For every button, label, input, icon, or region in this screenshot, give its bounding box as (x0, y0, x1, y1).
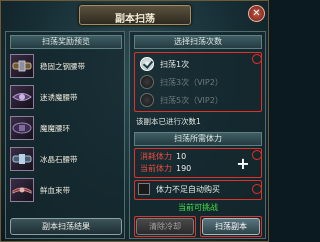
sweep-results-button[interactable]: 副本扫荡结果 (10, 218, 122, 235)
stamina-cost: 消耗体力 10 (140, 151, 186, 162)
sweep-option-label: 扫荡3次（VIP2） (160, 78, 223, 87)
reward-item[interactable]: 魔魔腰环 (10, 116, 122, 140)
stamina-current: 当前体力 190 (140, 163, 191, 174)
auto-buy-label: 体力不足自动购买 (156, 185, 220, 194)
reward-preview-header: 扫荡奖励预览 (10, 35, 122, 49)
run-count-text: 该副本已进行次数1 (136, 117, 201, 126)
belt-icon (10, 116, 34, 140)
reward-item[interactable]: 冰晶石腰带 (10, 147, 122, 171)
sweep-option-label: 扫荡5次（VIP2） (160, 96, 223, 105)
belt-icon (10, 54, 34, 78)
radio-button[interactable] (140, 57, 154, 71)
reward-item[interactable]: 稳固之钢腰带 (10, 54, 122, 78)
dialog-title: 副本扫荡 (115, 14, 155, 25)
sweep-option-5[interactable]: 扫荡5次（VIP2） (140, 91, 250, 109)
reward-name: 冰晶石腰带 (40, 155, 78, 164)
close-button[interactable]: ✕ (248, 5, 265, 22)
sweep-options-panel: 选择扫荡次数 扫荡1次 扫荡3次（VIP2） 扫荡5次（VIP2） 该副本已进行… (129, 31, 266, 239)
highlight-badge (252, 150, 262, 160)
belt-icon (10, 178, 34, 202)
reward-name: 魔魔腰环 (40, 124, 70, 133)
title-plate: 副本扫荡 (79, 5, 191, 25)
highlight-badge (252, 54, 262, 64)
radio-button[interactable] (140, 75, 154, 89)
belt-icon (10, 85, 34, 109)
challenge-status: 当前可挑战 (178, 203, 218, 212)
add-stamina-button[interactable]: + (236, 156, 250, 172)
reward-item[interactable]: 鲜血束带 (10, 178, 122, 202)
sweep-count-header: 选择扫荡次数 (134, 35, 262, 49)
radio-button[interactable] (140, 93, 154, 107)
auto-buy-row[interactable]: 体力不足自动购买 (138, 182, 262, 198)
close-icon: ✕ (252, 8, 261, 19)
reward-name: 鲜血束带 (40, 186, 70, 195)
stamina-current-value: 190 (176, 164, 192, 173)
stamina-cost-label: 消耗体力 (140, 152, 172, 161)
stamina-current-label: 当前体力 (140, 164, 172, 173)
sweep-option-label: 扫荡1次 (160, 60, 190, 69)
reward-name: 迷诱魔腰带 (40, 93, 78, 102)
sweep-option-3[interactable]: 扫荡3次（VIP2） (140, 73, 250, 91)
plus-icon: + (236, 154, 250, 173)
stamina-header: 扫荡所需体力 (134, 132, 262, 146)
stamina-cost-value: 10 (176, 152, 187, 161)
sweep-option-1[interactable]: 扫荡1次 (140, 55, 250, 73)
auto-buy-checkbox[interactable] (138, 183, 150, 195)
sweep-dialog: 副本扫荡 ✕ 扫荡奖励预览 稳固之钢腰带 迷诱魔腰带 魔魔腰环 冰晶石腰带 鲜血… (0, 0, 269, 242)
belt-icon (10, 147, 34, 171)
reward-preview-panel: 扫荡奖励预览 稳固之钢腰带 迷诱魔腰带 魔魔腰环 冰晶石腰带 鲜血束带 副本扫荡… (5, 31, 125, 239)
clear-cooldown-button[interactable]: 清除冷却 (136, 218, 194, 235)
sweep-dungeon-button[interactable]: 扫荡副本 (202, 218, 260, 235)
reward-item[interactable]: 迷诱魔腰带 (10, 85, 122, 109)
reward-name: 稳固之钢腰带 (40, 62, 85, 71)
